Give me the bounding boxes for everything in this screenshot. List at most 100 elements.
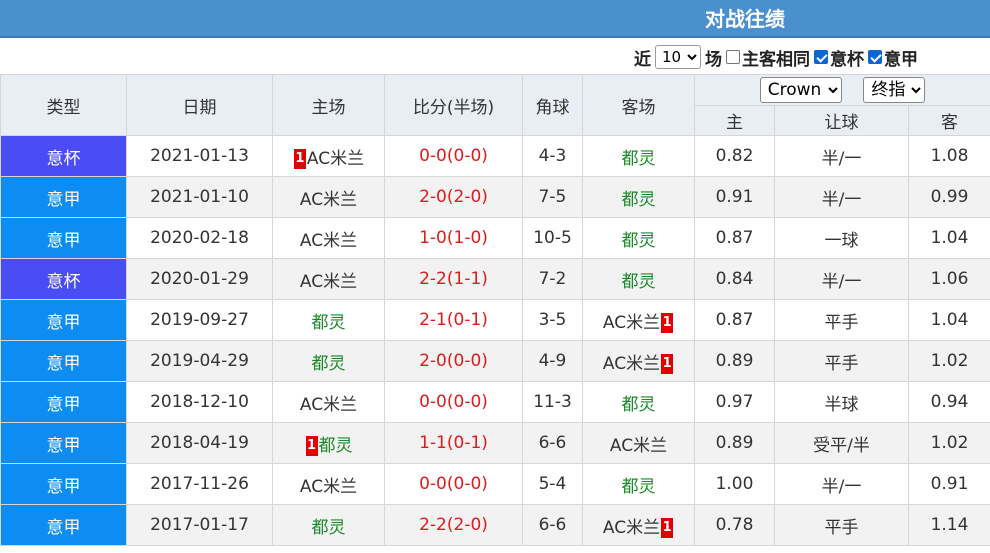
score-cell[interactable]: 2-2(2-0) [384,504,523,546]
full-time-score[interactable]: 2-1 [419,310,447,330]
match-date-cell: 2017-01-17 [126,504,273,546]
league-checkbox[interactable] [868,50,882,64]
full-time-score[interactable]: 2-2 [419,515,447,535]
away-team-name[interactable]: 都灵 [622,272,656,292]
score-cell[interactable]: 2-2(1-1) [384,258,523,300]
same-home-away-checkbox[interactable] [726,50,740,64]
away-team-cell: 都灵 [582,217,695,259]
home-team-cell: 1 AC米兰 [272,135,385,177]
corners-cell: 6-6 [522,504,583,546]
half-time-score[interactable]: (0-0) [447,351,488,371]
col-header-odds-home: 主 [694,105,775,136]
score-cell[interactable]: 1-0(1-0) [384,217,523,259]
handicap-cell: 受平/半 [774,422,909,464]
away-team-cell: 都灵 [582,135,695,177]
score-cell[interactable]: 2-1(0-1) [384,299,523,341]
odds-away-cell: 0.99 [907,176,990,218]
handicap-cell: 半/一 [774,176,909,218]
full-time-score[interactable]: 1-0 [419,228,447,248]
odds-kind-select[interactable]: 终指 [863,77,926,103]
home-team-cell: 1 都灵 [272,422,385,464]
odds-home-cell: 0.91 [694,176,775,218]
score-cell[interactable]: 1-1(0-1) [384,422,523,464]
away-team-name[interactable]: 都灵 [622,190,656,210]
home-team-name[interactable]: AC米兰 [307,149,364,169]
away-team-name[interactable]: 都灵 [622,149,656,169]
half-time-score[interactable]: (0-1) [447,310,488,330]
match-date-cell: 2020-01-29 [126,258,273,300]
handicap-cell: 半/一 [774,135,909,177]
home-team-name[interactable]: 都灵 [312,313,346,333]
odds-home-cell: 1.00 [694,463,775,505]
head-to-head-table: 类型 日期 主场 比分(半场) 角球 客场 Crown 终指 主 让球 客 意杯… [0,74,990,546]
home-team-name[interactable]: AC米兰 [300,190,357,210]
handicap-cell: 平手 [774,340,909,382]
half-time-score[interactable]: (0-1) [447,433,488,453]
home-team-name[interactable]: 都灵 [312,518,346,538]
full-time-score[interactable]: 1-1 [419,433,447,453]
half-time-score[interactable]: (1-0) [447,228,488,248]
half-time-score[interactable]: (2-0) [447,187,488,207]
cup-checkbox[interactable] [814,50,828,64]
home-team-name[interactable]: 都灵 [319,436,353,456]
col-header-odds-away: 客 [907,105,990,136]
odds-away-cell: 1.02 [907,422,990,464]
full-time-score[interactable]: 2-2 [419,269,447,289]
match-date-cell: 2019-09-27 [126,299,273,341]
odds-home-cell: 0.87 [694,217,775,259]
match-count-select[interactable]: 10 [655,45,701,69]
home-team-name[interactable]: AC米兰 [300,272,357,292]
away-team-name[interactable]: AC米兰 [603,354,660,374]
match-date-cell: 2020-02-18 [126,217,273,259]
odds-company-select[interactable]: Crown [759,77,842,103]
half-time-score[interactable]: (0-0) [447,392,488,412]
away-team-name[interactable]: AC米兰 [610,436,667,456]
score-cell[interactable]: 0-0(0-0) [384,381,523,423]
half-time-score[interactable]: (0-0) [447,146,488,166]
same-home-away-label: 主客相同 [742,49,810,70]
odds-home-cell: 0.78 [694,504,775,546]
away-team-name[interactable]: AC米兰 [603,313,660,333]
half-time-score[interactable]: (2-0) [447,515,488,535]
full-time-score[interactable]: 0-0 [419,146,447,166]
full-time-score[interactable]: 2-0 [419,351,447,371]
away-team-cell: AC米兰 1 [582,504,695,546]
match-type-cell: 意甲 [0,176,127,218]
match-type-cell: 意甲 [0,504,127,546]
score-cell[interactable]: 2-0(2-0) [384,176,523,218]
cup-filter[interactable]: 意杯 [814,45,864,70]
away-team-name[interactable]: 都灵 [622,477,656,497]
away-team-name[interactable]: 都灵 [622,231,656,251]
home-team-name[interactable]: 都灵 [312,354,346,374]
red-card-badge: 1 [293,148,306,169]
match-type-cell: 意杯 [0,258,127,300]
table-row: 意杯 2020-01-29 AC米兰 2-2(1-1) 7-2 都灵 0.84 半/一 1.06 [0,258,990,300]
home-team-name[interactable]: AC米兰 [300,477,357,497]
half-time-score[interactable]: (1-1) [447,269,488,289]
match-date-cell: 2018-12-10 [126,381,273,423]
league-filter[interactable]: 意甲 [868,45,918,70]
home-team-name[interactable]: AC米兰 [300,231,357,251]
full-time-score[interactable]: 0-0 [419,392,447,412]
home-team-name[interactable]: AC米兰 [300,395,357,415]
odds-home-cell: 0.89 [694,422,775,464]
odds-home-cell: 0.87 [694,299,775,341]
home-team-cell: AC米兰 [272,258,385,300]
home-team-cell: 都灵 [272,299,385,341]
corners-cell: 10-5 [522,217,583,259]
score-cell[interactable]: 0-0(0-0) [384,463,523,505]
corners-cell: 6-6 [522,422,583,464]
away-team-name[interactable]: 都灵 [622,395,656,415]
score-cell[interactable]: 2-0(0-0) [384,340,523,382]
same-home-away-filter[interactable]: 主客相同 [726,45,810,70]
score-cell[interactable]: 0-0(0-0) [384,135,523,177]
red-card-badge: 1 [305,435,318,456]
col-header-type: 类型 [0,74,127,136]
full-time-score[interactable]: 2-0 [419,187,447,207]
full-time-score[interactable]: 0-0 [419,474,447,494]
table-row: 意甲 2018-12-10 AC米兰 0-0(0-0) 11-3 都灵 0.97 半球 0.94 [0,381,990,423]
away-team-name[interactable]: AC米兰 [603,518,660,538]
match-type-cell: 意甲 [0,299,127,341]
match-type-cell: 意甲 [0,340,127,382]
half-time-score[interactable]: (0-0) [447,474,488,494]
